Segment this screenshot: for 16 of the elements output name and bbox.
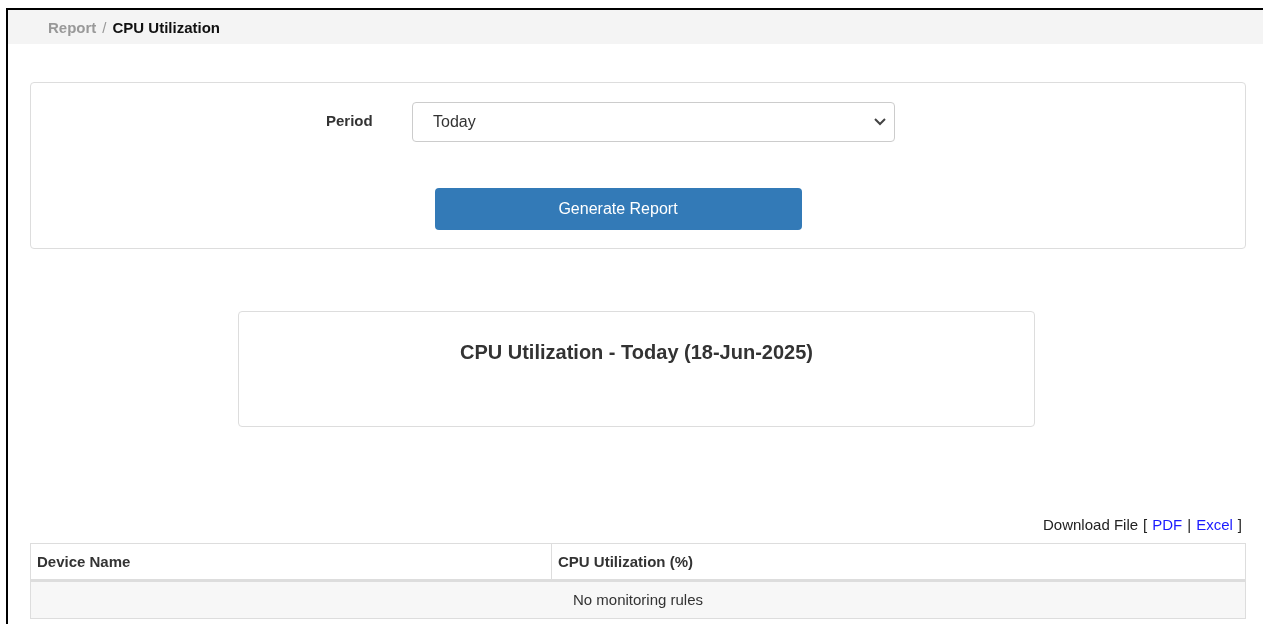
generate-report-button[interactable]: Generate Report	[434, 188, 802, 230]
period-select[interactable]: Today	[412, 102, 895, 142]
column-header: CPU Utilization (%)	[551, 544, 1245, 579]
column-header: Device Name	[36, 552, 132, 572]
download-link[interactable]: PDF	[1152, 516, 1183, 533]
period-label: Period	[326, 112, 374, 129]
bracket: [	[1143, 516, 1148, 533]
download-label: Download File	[1043, 516, 1139, 533]
chevron-down-icon	[874, 118, 886, 126]
download-link[interactable]: Excel	[1196, 516, 1233, 533]
report-title: CPU Utilization - Today (18-Jun-2025)	[460, 341, 813, 365]
link-separator: |	[1187, 516, 1192, 533]
bracket: ]	[1237, 516, 1242, 533]
empty-message: No monitoring rules	[31, 582, 1245, 618]
breadcrumb-item: CPU Utilization	[112, 18, 220, 36]
breadcrumb-separator: /	[102, 18, 107, 36]
